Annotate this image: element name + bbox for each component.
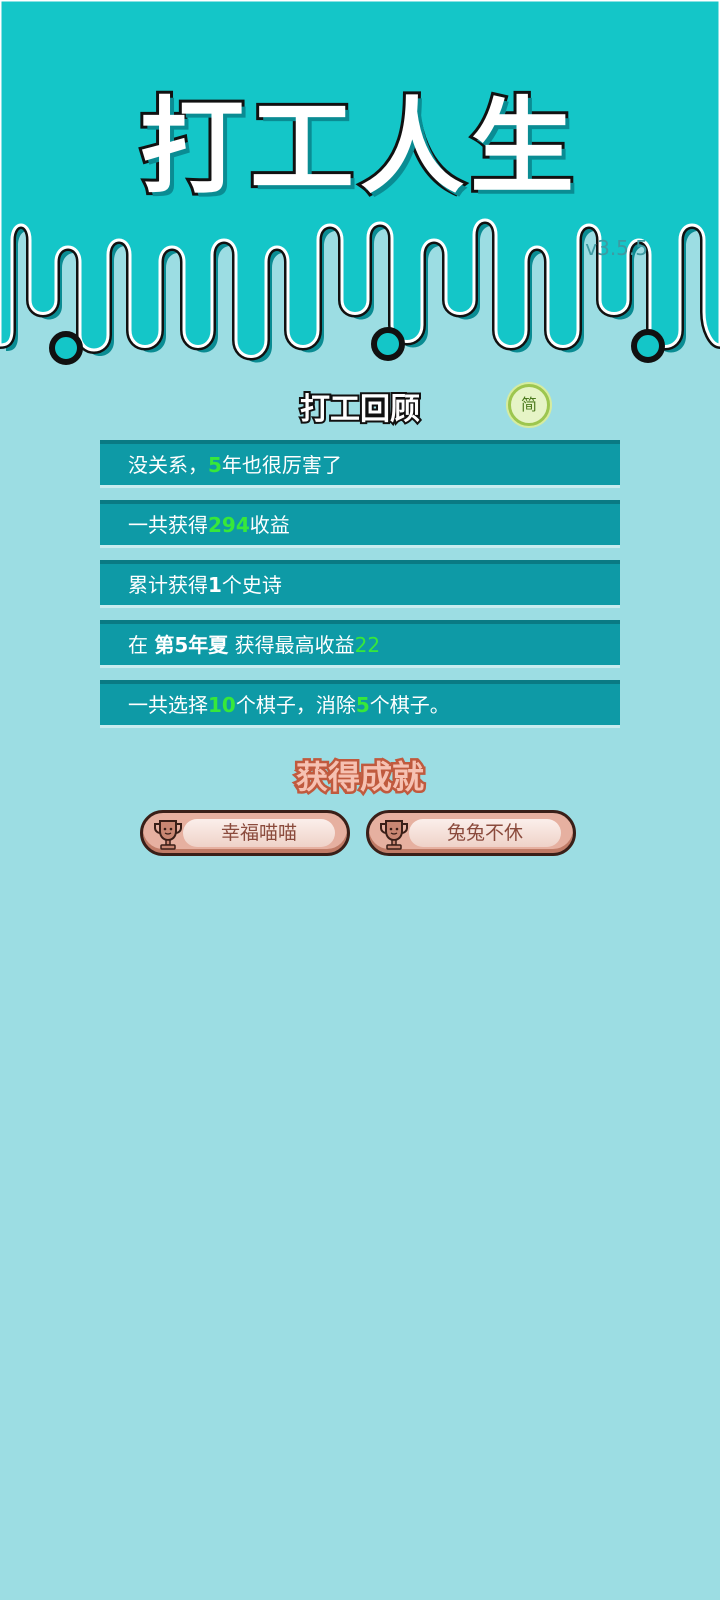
review-text: 累计获得 — [128, 573, 208, 597]
review-title: 打工回顾 — [298, 390, 422, 429]
review-value: 5 — [355, 693, 370, 717]
review-row-epic: 累计获得1个史诗 — [100, 560, 620, 608]
review-text: 一共选择 — [128, 693, 208, 717]
review-row-pieces: 一共选择10个棋子，消除5个棋子。 — [100, 680, 620, 728]
trophy-icon — [380, 820, 408, 850]
achievement-label: 幸福喵喵 — [183, 819, 335, 847]
review-text: 没关系， — [128, 453, 208, 477]
header: 打工人生 v3.5.5 — [0, 0, 720, 380]
drip-drop — [371, 327, 405, 361]
review-value: 5 — [208, 453, 222, 477]
achievement-badge-1[interactable]: 幸福喵喵 — [140, 810, 350, 856]
review-text: 收益 — [249, 513, 290, 537]
version-label: v3.5.5 — [585, 236, 648, 260]
trophy-icon — [154, 820, 182, 850]
achievement-label: 兔兔不休 — [409, 819, 561, 847]
achievements-title: 获得成就 — [293, 756, 426, 799]
review-text: 在 — [128, 633, 155, 657]
review-value: 22 — [354, 633, 381, 657]
review-row-years: 没关系，5年也很厉害了 — [100, 440, 620, 488]
review-list: 没关系，5年也很厉害了 一共获得294收益 累计获得1个史诗 在 第5年夏 获得… — [100, 440, 620, 740]
drip-drop — [49, 331, 83, 365]
review-season: 第5年夏 — [154, 633, 229, 657]
review-text: 个史诗 — [221, 573, 282, 597]
review-text: 一共获得 — [128, 513, 208, 537]
review-row-income: 一共获得294收益 — [100, 500, 620, 548]
language-toggle-button[interactable]: 简 — [508, 384, 550, 426]
review-text: 个棋子，消除 — [235, 693, 356, 717]
review-text: 个棋子。 — [369, 693, 450, 717]
review-value: 1 — [208, 573, 222, 597]
review-row-best-income: 在 第5年夏 获得最高收益22 — [100, 620, 620, 668]
game-title: 打工人生 — [137, 83, 580, 211]
review-value: 294 — [208, 513, 250, 537]
review-value: 10 — [208, 693, 236, 717]
review-text: 获得最高收益 — [228, 633, 355, 657]
review-text: 年也很厉害了 — [221, 453, 342, 477]
drip-drop — [631, 329, 665, 363]
achievement-badge-2[interactable]: 兔兔不休 — [366, 810, 576, 856]
